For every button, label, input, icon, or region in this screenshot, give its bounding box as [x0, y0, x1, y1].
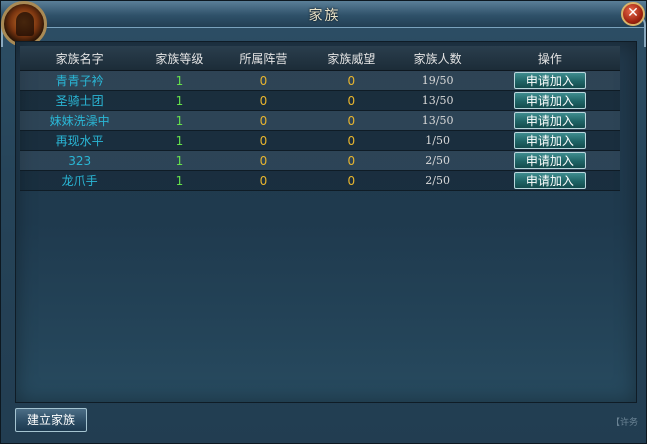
family-window: 家族 ✕ 家族名字 家族等级 所属阵营 家族威望 家族人数 操作 青青子衿 1 — [0, 0, 647, 444]
family-camp: 0 — [219, 90, 308, 111]
table-row[interactable]: 圣骑士团 1 0 0 13/50 申请加入 — [20, 90, 620, 111]
family-name: 再现水平 — [20, 130, 140, 151]
family-prestige: 0 — [307, 130, 396, 151]
family-prestige: 0 — [307, 90, 396, 111]
table-row[interactable]: 妹妹洗澡中 1 0 0 13/50 申请加入 — [20, 110, 620, 131]
header-action: 操作 — [479, 46, 620, 71]
action-cell: 申请加入 — [479, 110, 620, 131]
family-level: 1 — [139, 110, 220, 131]
apply-join-button[interactable]: 申请加入 — [513, 152, 586, 169]
action-cell: 申请加入 — [479, 130, 620, 151]
apply-join-button[interactable]: 申请加入 — [513, 72, 586, 89]
family-level: 1 — [139, 170, 220, 191]
family-members: 2/50 — [395, 170, 480, 191]
family-members: 13/50 — [395, 110, 480, 131]
create-family-button[interactable]: 建立家族 — [15, 408, 87, 432]
title-bar[interactable]: 家族 — [1, 1, 646, 28]
family-prestige: 0 — [307, 150, 396, 171]
family-camp: 0 — [219, 110, 308, 131]
close-icon[interactable]: ✕ — [621, 2, 645, 26]
header-prestige: 家族威望 — [307, 46, 396, 71]
family-table: 家族名字 家族等级 所属阵营 家族威望 家族人数 操作 青青子衿 1 0 0 1… — [20, 46, 620, 191]
family-level: 1 — [139, 90, 220, 111]
family-members: 13/50 — [395, 90, 480, 111]
family-name: 青青子衿 — [20, 70, 140, 91]
family-prestige: 0 — [307, 110, 396, 131]
action-cell: 申请加入 — [479, 170, 620, 191]
family-level: 1 — [139, 130, 220, 151]
family-name: 圣骑士团 — [20, 90, 140, 111]
action-cell: 申请加入 — [479, 150, 620, 171]
family-name: 龙爪手 — [20, 170, 140, 191]
family-level: 1 — [139, 70, 220, 91]
family-name: 323 — [20, 150, 140, 171]
family-name: 妹妹洗澡中 — [20, 110, 140, 131]
family-prestige: 0 — [307, 70, 396, 91]
family-members: 1/50 — [395, 130, 480, 151]
side-hint-text: 【许务 — [611, 418, 639, 428]
action-cell: 申请加入 — [479, 90, 620, 111]
header-level: 家族等级 — [139, 46, 220, 71]
apply-join-button[interactable]: 申请加入 — [513, 132, 586, 149]
family-camp: 0 — [219, 150, 308, 171]
family-camp: 0 — [219, 170, 308, 191]
header-name: 家族名字 — [20, 46, 140, 71]
family-prestige: 0 — [307, 170, 396, 191]
family-camp: 0 — [219, 130, 308, 151]
family-members: 19/50 — [395, 70, 480, 91]
table-row[interactable]: 龙爪手 1 0 0 2/50 申请加入 — [20, 170, 620, 191]
action-cell: 申请加入 — [479, 70, 620, 91]
family-list-panel: 家族名字 家族等级 所属阵营 家族威望 家族人数 操作 青青子衿 1 0 0 1… — [15, 41, 637, 403]
table-row[interactable]: 再现水平 1 0 0 1/50 申请加入 — [20, 130, 620, 151]
family-members: 2/50 — [395, 150, 480, 171]
apply-join-button[interactable]: 申请加入 — [513, 112, 586, 129]
header-members: 家族人数 — [395, 46, 480, 71]
apply-join-button[interactable]: 申请加入 — [513, 172, 586, 189]
apply-join-button[interactable]: 申请加入 — [513, 92, 586, 109]
table-header-row: 家族名字 家族等级 所属阵营 家族威望 家族人数 操作 — [20, 46, 620, 71]
table-row[interactable]: 青青子衿 1 0 0 19/50 申请加入 — [20, 70, 620, 91]
header-camp: 所属阵营 — [219, 46, 308, 71]
window-title: 家族 — [308, 8, 341, 24]
table-row[interactable]: 323 1 0 0 2/50 申请加入 — [20, 150, 620, 171]
family-level: 1 — [139, 150, 220, 171]
family-camp: 0 — [219, 70, 308, 91]
